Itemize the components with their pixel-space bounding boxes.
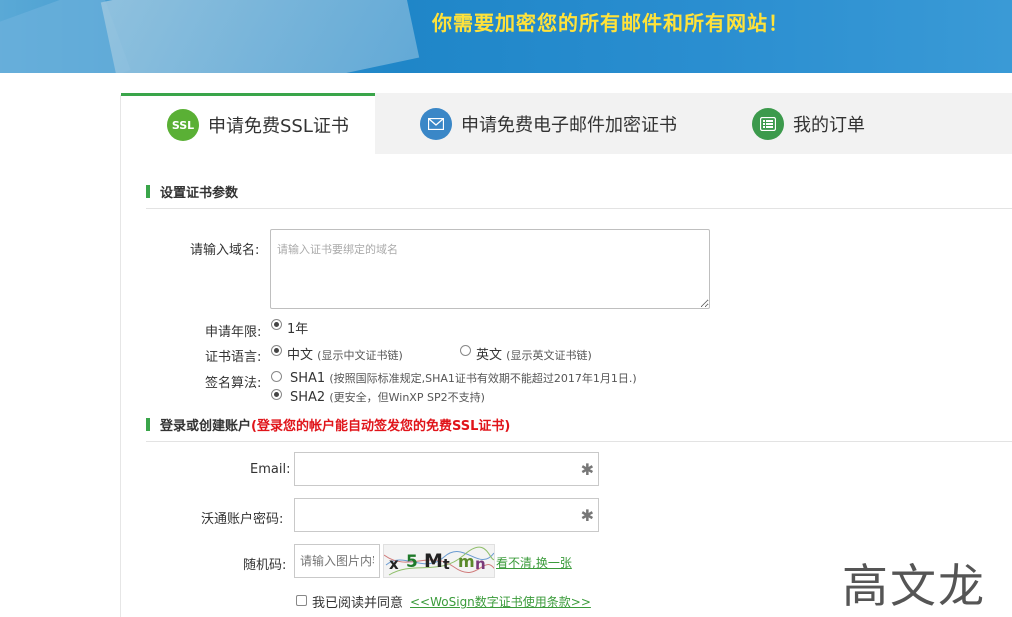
section-title-text: 登录或创建账户 (160, 418, 252, 434)
divider (146, 441, 1012, 442)
option-note: (显示中文证书链) (317, 349, 403, 362)
required-icon: ✱ (580, 460, 594, 479)
agreement-text: 我已阅读并同意 (312, 596, 404, 611)
option-note: (显示英文证书链) (506, 349, 592, 362)
captcha-image[interactable]: x 5 M t m n (383, 544, 495, 578)
option-text: SHA1 (290, 371, 326, 386)
email-label: Email: (250, 462, 291, 477)
tab-my-orders[interactable]: 我的订单 (752, 93, 865, 154)
language-option-english: 英文 (显示英文证书链) (476, 344, 592, 363)
tab-label: 我的订单 (793, 114, 865, 136)
option-text: 英文 (476, 348, 503, 363)
algorithm-radio-sha1[interactable] (271, 371, 282, 382)
section-title: 设置证书参数 (160, 185, 239, 201)
password-field[interactable]: ✱ (294, 498, 599, 532)
period-radio-1year[interactable] (271, 319, 282, 330)
watermark: 高文龙 (842, 559, 986, 613)
option-note: (按照国际标准规定,SHA1证书有效期不能超过2017年1月1日.) (329, 372, 637, 385)
refresh-captcha-link[interactable]: 看不清,换一张 (496, 554, 572, 571)
tab-bar: SSL 申请免费SSL证书 申请免费电子邮件加密证书 我的订单 (121, 93, 1012, 154)
list-icon (752, 107, 784, 140)
captcha-input[interactable] (294, 544, 380, 578)
email-field[interactable]: ✱ (294, 452, 599, 486)
tab-free-ssl[interactable]: SSL 申请免费SSL证书 (121, 93, 375, 154)
captcha-char: n (475, 555, 486, 573)
domain-label: 请输入域名: (190, 243, 260, 258)
required-icon: ✱ (580, 506, 594, 525)
password-label: 沃通账户密码: (201, 512, 284, 527)
option-note: (更安全，但WinXP SP2不支持) (329, 391, 485, 404)
tab-free-email-cert[interactable]: 申请免费电子邮件加密证书 (420, 93, 677, 154)
option-text: SHA2 (290, 390, 326, 405)
algorithm-option-sha1: SHA1 (按照国际标准规定,SHA1证书有效期不能超过2017年1月1日.) (290, 370, 637, 386)
divider (146, 208, 1012, 209)
banner-paper-decoration (100, 0, 420, 73)
algorithm-label: 签名算法: (205, 376, 262, 391)
section-cert-params: 设置证书参数 (146, 182, 239, 201)
tab-label: 申请免费SSL证书 (208, 116, 349, 137)
language-label: 证书语言: (205, 350, 262, 365)
captcha-char: x (389, 555, 399, 573)
language-radio-chinese[interactable] (271, 345, 282, 356)
section-login: 登录或创建账户(登录您的帐户能自动签发您的免费SSL证书) (146, 415, 510, 434)
captcha-char: M (424, 550, 443, 572)
section-marker (146, 417, 150, 431)
section-marker (146, 184, 150, 198)
ssl-icon: SSL (167, 109, 199, 141)
captcha-char: 5 (406, 552, 418, 572)
section-title: 登录或创建账户(登录您的帐户能自动签发您的免费SSL证书) (160, 415, 510, 434)
agreement-checkbox[interactable] (296, 595, 307, 606)
captcha-char: m (458, 552, 475, 571)
banner-slogan: 你需要加密您的所有邮件和所有网站！ (432, 11, 789, 35)
section-title-note: (登录您的帐户能自动签发您的免费SSL证书) (251, 418, 511, 434)
envelope-icon (420, 107, 452, 140)
algorithm-radio-sha2[interactable] (271, 389, 282, 400)
domain-input[interactable] (270, 229, 710, 309)
captcha-label: 随机码: (243, 558, 287, 573)
tab-label: 申请免费电子邮件加密证书 (461, 114, 677, 136)
option-text: 中文 (287, 348, 314, 363)
content-border (120, 95, 121, 617)
captcha-char: t (443, 557, 450, 573)
algorithm-option-sha2: SHA2 (更安全，但WinXP SP2不支持) (290, 389, 485, 405)
terms-link[interactable]: <<WoSign数字证书使用条款>> (410, 593, 591, 610)
language-radio-english[interactable] (460, 345, 471, 356)
period-option: 1年 (287, 322, 309, 337)
period-label: 申请年限: (205, 325, 262, 340)
top-banner: 你需要加密您的所有邮件和所有网站！ (0, 0, 1012, 73)
language-option-chinese: 中文 (显示中文证书链) (287, 344, 403, 363)
